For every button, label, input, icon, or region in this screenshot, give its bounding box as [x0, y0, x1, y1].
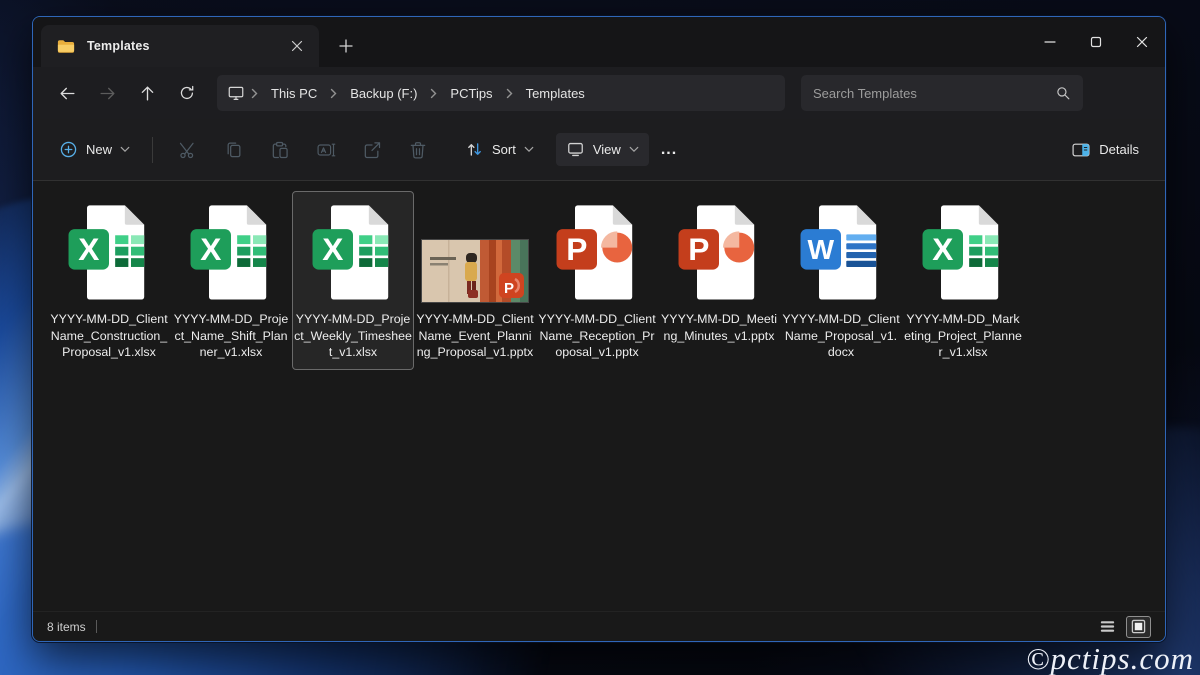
folder-icon	[57, 39, 75, 54]
back-arrow-icon[interactable]	[47, 76, 87, 110]
copy-icon[interactable]	[214, 132, 254, 168]
file-grid: X YYYY-MM-DD_ClientName_Construction_Prop…	[33, 181, 1165, 611]
window-controls	[1027, 17, 1165, 67]
powerpoint-file-icon: P	[539, 196, 655, 308]
file-explorer-window: Templates This PC Backup (F:) PCTips Tem…	[32, 16, 1166, 642]
toolbar-divider	[152, 136, 154, 163]
refresh-icon[interactable]	[167, 76, 207, 110]
breadcrumb-templates[interactable]: Templates	[519, 83, 592, 104]
new-button-label: New	[86, 142, 113, 157]
file-item[interactable]: X YYYY-MM-DD_Project_Weekly_Timesheet_v1.…	[292, 191, 414, 370]
new-tab-icon[interactable]	[329, 29, 363, 63]
svg-text:X: X	[322, 231, 343, 267]
file-name: YYYY-MM-DD_ClientName_Construction_Propo…	[50, 312, 168, 359]
chevron-right-icon	[249, 88, 260, 99]
tab-close-icon[interactable]	[283, 32, 311, 60]
file-name: YYYY-MM-DD_ClientName_Event_Planning_Pro…	[416, 312, 534, 359]
file-item[interactable]: X YYYY-MM-DD_Project_Name_Shift_Planner_v…	[170, 191, 292, 370]
file-name: YYYY-MM-DD_ClientName_Reception_Proposal…	[538, 312, 656, 359]
file-item[interactable]: P YYYY-MM-DD_ClientName_Event_Planning_Pr…	[414, 191, 536, 370]
chevron-right-icon	[428, 88, 439, 99]
chevron-down-icon	[629, 146, 639, 153]
excel-file-icon: X	[295, 196, 411, 308]
svg-text:P: P	[688, 231, 709, 267]
status-bar: 8 items	[33, 611, 1165, 641]
paste-icon[interactable]	[260, 132, 300, 168]
sort-button-label: Sort	[492, 142, 516, 157]
powerpoint-file-icon: P	[661, 196, 777, 308]
breadcrumb-this-pc[interactable]: This PC	[264, 83, 324, 104]
powerpoint-thumbnail: P	[417, 196, 533, 308]
chevron-down-icon	[524, 146, 534, 153]
word-file-icon: W	[783, 196, 899, 308]
file-name: YYYY-MM-DD_ClientName_Proposal_v1.docx	[782, 312, 900, 359]
excel-file-icon: X	[905, 196, 1021, 308]
breadcrumb-backup-drive[interactable]: Backup (F:)	[343, 83, 424, 104]
file-name: YYYY-MM-DD_Meeting_Minutes_v1.pptx	[661, 312, 777, 343]
sort-arrows-icon	[465, 140, 484, 159]
items-count: 8 items	[47, 619, 86, 634]
monitor-icon	[227, 84, 245, 102]
chevron-down-icon	[120, 146, 130, 153]
file-name: YYYY-MM-DD_Marketing_Project_Planner_v1.…	[904, 312, 1022, 359]
file-item[interactable]: X YYYY-MM-DD_ClientName_Construction_Prop…	[48, 191, 170, 370]
details-button[interactable]: Details	[1061, 133, 1149, 167]
svg-text:P: P	[504, 280, 514, 297]
file-name: YYYY-MM-DD_Project_Weekly_Timesheet_v1.x…	[294, 312, 412, 359]
breadcrumb[interactable]: This PC Backup (F:) PCTips Templates	[217, 75, 785, 111]
command-toolbar: New Sort View ... Details	[33, 119, 1165, 181]
search-input[interactable]: Search Templates	[801, 75, 1083, 111]
excel-file-icon: X	[173, 196, 289, 308]
share-icon[interactable]	[352, 132, 392, 168]
desktop-wallpaper: Templates This PC Backup (F:) PCTips Tem…	[0, 0, 1200, 675]
svg-text:W: W	[807, 234, 834, 265]
ellipsis-icon[interactable]: ...	[649, 137, 689, 163]
details-button-label: Details	[1099, 142, 1139, 157]
chevron-right-icon	[504, 88, 515, 99]
breadcrumb-pctips[interactable]: PCTips	[443, 83, 499, 104]
watermark: ©pctips.com	[1026, 641, 1194, 675]
magnifier-icon	[1055, 85, 1071, 101]
file-item[interactable]: X YYYY-MM-DD_Marketing_Project_Planner_v1…	[902, 191, 1024, 370]
svg-text:X: X	[932, 231, 953, 267]
list-view-icon[interactable]	[1095, 616, 1120, 638]
tab-templates[interactable]: Templates	[41, 25, 319, 67]
view-button-label: View	[592, 142, 621, 157]
file-item[interactable]: P YYYY-MM-DD_Meeting_Minutes_v1.pptx	[658, 191, 780, 353]
svg-text:P: P	[566, 231, 587, 267]
chevron-right-icon	[328, 88, 339, 99]
svg-text:X: X	[78, 231, 99, 267]
minimize-icon[interactable]	[1027, 17, 1073, 67]
address-bar: This PC Backup (F:) PCTips Templates Sea…	[33, 67, 1165, 119]
file-item[interactable]: P YYYY-MM-DD_ClientName_Reception_Proposa…	[536, 191, 658, 370]
new-button[interactable]: New	[49, 133, 140, 166]
cut-icon[interactable]	[168, 132, 208, 168]
file-item[interactable]: W YYYY-MM-DD_ClientName_Proposal_v1.docx	[780, 191, 902, 370]
excel-file-icon: X	[51, 196, 167, 308]
view-icon	[566, 140, 585, 159]
svg-text:X: X	[200, 231, 221, 267]
up-arrow-icon[interactable]	[127, 76, 167, 110]
tab-bar: Templates	[33, 17, 1165, 67]
status-divider	[95, 620, 97, 633]
details-panel-icon	[1071, 140, 1091, 160]
view-button[interactable]: View	[555, 133, 649, 166]
file-name: YYYY-MM-DD_Project_Name_Shift_Planner_v1…	[173, 312, 289, 359]
search-placeholder: Search Templates	[813, 85, 917, 101]
forward-arrow-icon[interactable]	[87, 76, 127, 110]
tab-title: Templates	[87, 39, 150, 53]
large-icons-view-icon[interactable]	[1126, 615, 1151, 638]
maximize-icon[interactable]	[1073, 17, 1119, 67]
close-icon[interactable]	[1119, 17, 1165, 67]
sort-button[interactable]: Sort	[455, 133, 544, 166]
delete-icon[interactable]	[398, 132, 438, 168]
rename-icon[interactable]	[306, 132, 346, 168]
plus-circle-icon	[59, 140, 78, 159]
